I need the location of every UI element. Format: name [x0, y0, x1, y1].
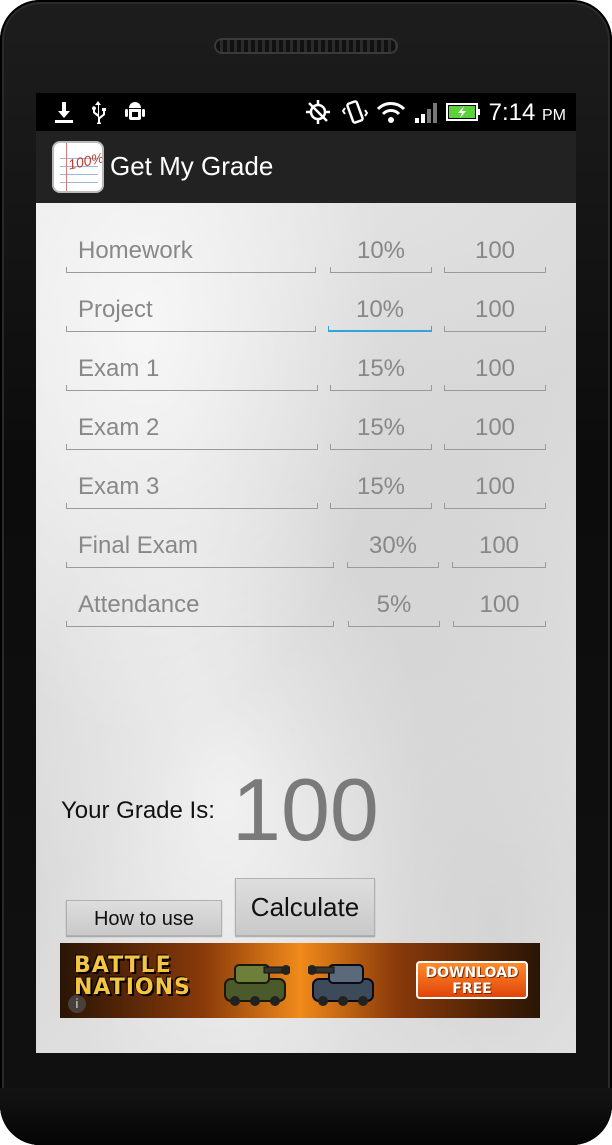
time-text: 7:14 [488, 99, 536, 126]
row-score-field[interactable]: 100 [453, 585, 546, 627]
ad-cta-line1: DOWNLOAD [425, 965, 519, 981]
screen: 7:14 PM 100% Get My Grade Homework 10% 1… [36, 93, 576, 1053]
row-score-text: 100 [474, 473, 516, 500]
row-weight-field[interactable]: 15% [330, 349, 432, 391]
time-ampm: PM [542, 107, 566, 124]
speaker-grille [214, 38, 398, 54]
tank-right-icon [308, 964, 374, 1006]
row-weight-field[interactable]: 30% [347, 526, 439, 568]
row-name-text: Attendance [78, 591, 200, 618]
android-debug-icon [122, 99, 148, 125]
row-score-field[interactable]: 100 [444, 467, 546, 509]
phone-frame: 7:14 PM 100% Get My Grade Homework 10% 1… [0, 0, 612, 1145]
row-weight-text: 5% [376, 591, 412, 618]
main-content: Homework 10% 100 Project 10% 100 Exam 1 … [36, 203, 576, 1053]
row-name-field[interactable]: Project [66, 290, 316, 332]
ad-cta-line2: FREE [452, 981, 492, 997]
row-score-field[interactable]: 100 [452, 526, 546, 568]
row-score-field[interactable]: 100 [444, 349, 546, 391]
ad-logo: BATTLE NATIONS [74, 955, 191, 999]
row-score-text: 100 [478, 532, 520, 559]
row-name-field[interactable]: Exam 2 [66, 408, 318, 450]
row-name-field[interactable]: Attendance [66, 585, 334, 627]
row-weight-field[interactable]: 15% [330, 408, 432, 450]
signal-icon [412, 99, 442, 125]
ad-info-icon[interactable]: i [68, 995, 86, 1013]
row-name-field[interactable]: Homework [66, 231, 316, 273]
row-score-text: 100 [474, 414, 516, 441]
row-weight-text: 10% [355, 296, 405, 323]
row-name-text: Exam 3 [78, 473, 160, 500]
row-weight-field[interactable]: 15% [330, 467, 432, 509]
wifi-icon [376, 99, 406, 125]
row-weight-field-focused[interactable]: 10% [328, 290, 432, 332]
row-weight-text: 10% [356, 237, 406, 264]
ad-download-button[interactable]: DOWNLOAD FREE [416, 961, 528, 999]
row-name-text: Homework [78, 237, 193, 264]
how-to-use-button[interactable]: How to use [66, 900, 222, 936]
battery-charging-icon [446, 99, 482, 125]
row-name-field[interactable]: Exam 1 [66, 349, 318, 391]
grade-value: 100 [232, 760, 379, 859]
vibrate-icon [341, 99, 369, 125]
row-score-text: 100 [474, 296, 516, 323]
ad-banner[interactable]: BATTLE NATIONS DOWNLOAD FREE i [60, 943, 540, 1018]
row-weight-text: 15% [356, 355, 406, 382]
usb-icon [86, 99, 110, 125]
gps-icon [304, 99, 332, 125]
download-icon [52, 99, 76, 125]
status-time: 7:14 PM [489, 99, 566, 127]
row-name-field[interactable]: Exam 3 [66, 467, 318, 509]
app-logo-icon[interactable]: 100% [54, 143, 102, 191]
app-title: Get My Grade [110, 151, 274, 181]
phone-chin [0, 1088, 612, 1145]
ad-logo-line2: NATIONS [74, 975, 191, 1000]
action-bar: 100% Get My Grade [36, 131, 576, 205]
grade-label: Your Grade Is: [61, 797, 215, 824]
status-bar: 7:14 PM [36, 93, 576, 131]
row-name-text: Exam 2 [78, 414, 160, 441]
calculate-button[interactable]: Calculate [235, 878, 375, 936]
row-weight-text: 15% [356, 414, 406, 441]
row-name-field[interactable]: Final Exam [66, 526, 334, 568]
ad-logo-line1: BATTLE [74, 953, 172, 978]
row-score-field[interactable]: 100 [444, 408, 546, 450]
row-name-text: Final Exam [78, 532, 199, 559]
row-name-text: Exam 1 [78, 355, 160, 382]
row-weight-text: 15% [356, 473, 406, 500]
row-score-field[interactable]: 100 [444, 290, 546, 332]
row-name-text: Project [78, 296, 153, 323]
row-score-field[interactable]: 100 [444, 231, 546, 273]
tank-left-icon [224, 964, 290, 1006]
row-score-text: 100 [474, 237, 516, 264]
row-score-text: 100 [479, 591, 520, 618]
row-weight-field[interactable]: 5% [348, 585, 440, 627]
row-weight-field[interactable]: 10% [330, 231, 432, 273]
row-weight-text: 30% [368, 532, 418, 559]
row-score-text: 100 [474, 355, 516, 382]
